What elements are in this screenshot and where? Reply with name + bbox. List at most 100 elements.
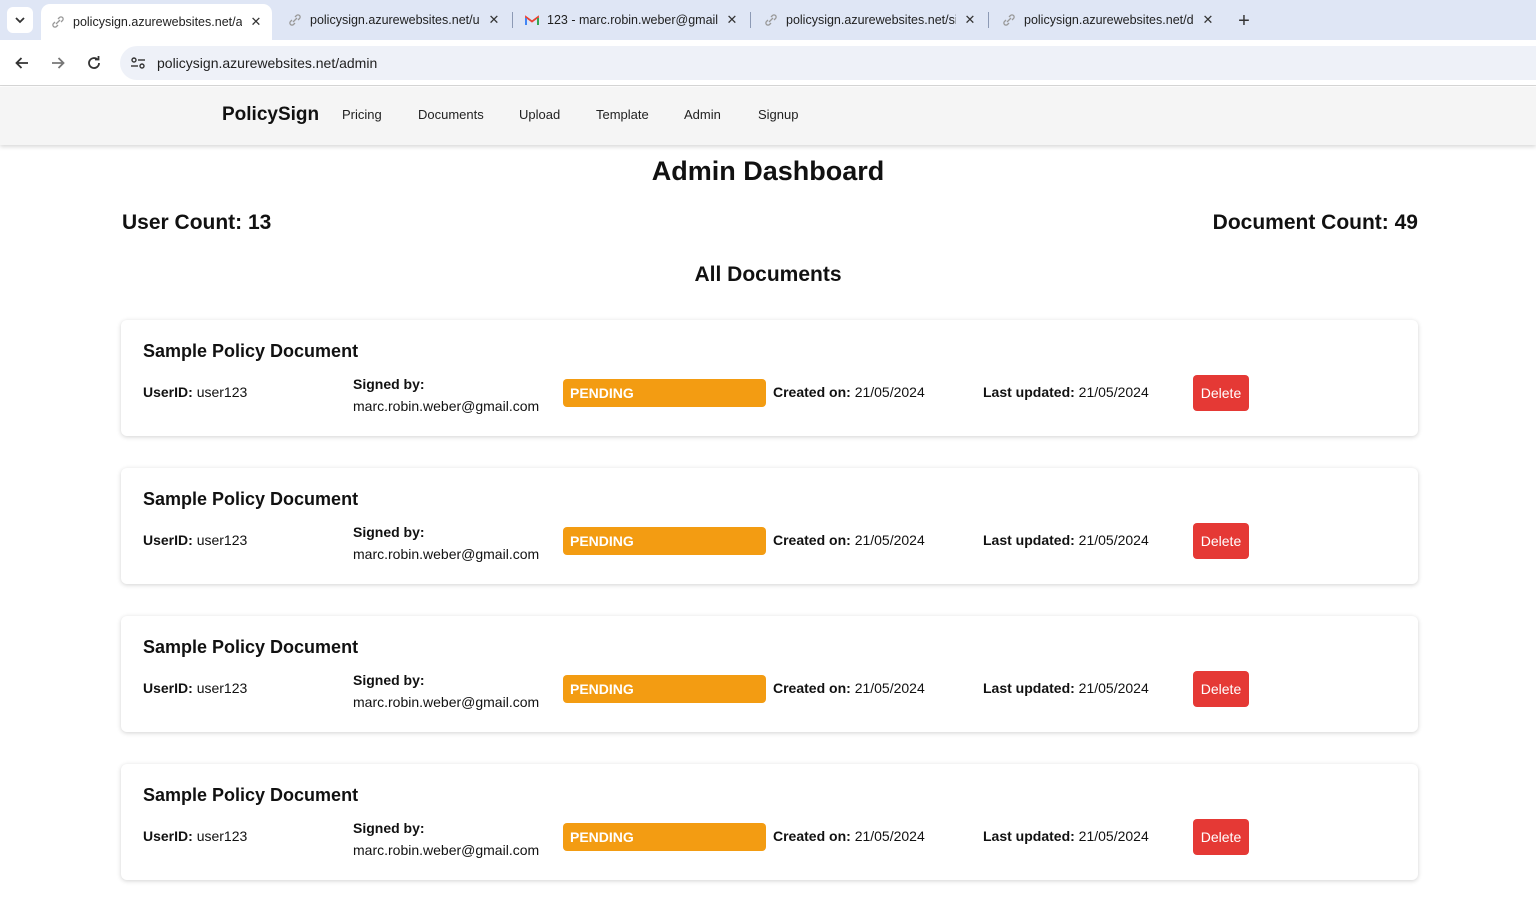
document-signed-by: Signed by: marc.robin.weber@gmail.com [353, 669, 539, 713]
status-badge: PENDING [563, 379, 766, 407]
user-count: User Count: 13 [122, 211, 272, 234]
back-button[interactable] [9, 50, 35, 76]
tab-separator [750, 12, 751, 28]
address-bar[interactable]: policysign.azurewebsites.net/admin [120, 46, 1536, 80]
gmail-icon [525, 13, 539, 27]
nav-link-upload[interactable]: Upload [519, 107, 560, 122]
document-title: Sample Policy Document [143, 489, 359, 509]
arrow-right-icon [52, 57, 65, 69]
url-text: policysign.azurewebsites.net/admin [157, 55, 378, 71]
userid-value: user123 [196, 828, 248, 844]
signed-by-label: Signed by: [353, 672, 425, 688]
tab-title: policysign.azurewebsites.net/documents [1024, 13, 1194, 27]
signed-by-label: Signed by: [353, 376, 425, 392]
nav-link-signup[interactable]: Signup [758, 107, 798, 122]
status-badge: PENDING [563, 675, 766, 703]
signed-by-label: Signed by: [353, 820, 425, 836]
close-icon[interactable]: ✕ [486, 12, 502, 28]
document-card: Sample Policy Document UserID: user123 S… [121, 616, 1418, 732]
signed-by-label: Signed by: [353, 524, 425, 540]
created-on-label: Created on: [773, 828, 851, 844]
document-userid: UserID: user123 [143, 828, 247, 844]
nav-link-template[interactable]: Template [596, 107, 649, 122]
document-title: Sample Policy Document [143, 341, 359, 361]
link-icon [51, 15, 65, 29]
nav-link-documents[interactable]: Documents [418, 107, 484, 122]
document-userid: UserID: user123 [143, 680, 247, 696]
userid-value: user123 [196, 680, 248, 696]
link-icon [1002, 13, 1016, 27]
document-last-updated: Last updated: 21/05/2024 [983, 680, 1149, 696]
tab-documents[interactable]: policysign.azurewebsites.net/documents ✕ [992, 0, 1224, 40]
browser-toolbar: policysign.azurewebsites.net/admin [0, 40, 1536, 86]
last-updated-label: Last updated: [983, 828, 1075, 844]
page-title: Admin Dashboard [651, 156, 885, 186]
last-updated-label: Last updated: [983, 532, 1075, 548]
tab-gmail[interactable]: 123 - marc.robin.weber@gmail.com ✕ [515, 0, 748, 40]
app-navbar: PolicySign Pricing Documents Upload Temp… [0, 87, 1536, 145]
close-icon[interactable]: ✕ [1200, 12, 1216, 28]
tab-upload[interactable]: policysign.azurewebsites.net/upload ✕ [278, 0, 510, 40]
document-userid: UserID: user123 [143, 532, 247, 548]
document-count: Document Count: 49 [1212, 211, 1418, 234]
brand-logo[interactable]: PolicySign [222, 104, 319, 126]
last-updated-label: Last updated: [983, 384, 1075, 400]
tab-search-button[interactable] [7, 7, 33, 33]
userid-label: UserID: [143, 532, 193, 548]
document-last-updated: Last updated: 21/05/2024 [983, 532, 1149, 548]
site-settings-icon[interactable] [128, 53, 148, 73]
signed-by-value: marc.robin.weber@gmail.com [353, 694, 540, 710]
browser-tab-bar: policysign.azurewebsites.net/admin ✕ pol… [0, 0, 1536, 40]
userid-value: user123 [196, 532, 248, 548]
nav-link-admin[interactable]: Admin [684, 107, 721, 122]
document-created-on: Created on: 21/05/2024 [773, 680, 925, 696]
last-updated-value: 21/05/2024 [1078, 680, 1149, 696]
tab-sign[interactable]: policysign.azurewebsites.net/sign ✕ [754, 0, 986, 40]
delete-button[interactable]: Delete [1193, 523, 1249, 559]
delete-button[interactable]: Delete [1193, 671, 1249, 707]
created-on-value: 21/05/2024 [854, 532, 925, 548]
tab-title: policysign.azurewebsites.net/admin [73, 15, 242, 29]
forward-button[interactable] [45, 50, 71, 76]
new-tab-button[interactable]: + [1233, 10, 1255, 32]
link-icon [288, 13, 302, 27]
document-list: Sample Policy Document UserID: user123 S… [121, 320, 1418, 912]
last-updated-label: Last updated: [983, 680, 1075, 696]
document-title: Sample Policy Document [143, 637, 359, 657]
tab-admin[interactable]: policysign.azurewebsites.net/admin ✕ [41, 4, 272, 40]
userid-label: UserID: [143, 384, 193, 400]
document-signed-by: Signed by: marc.robin.weber@gmail.com [353, 373, 539, 417]
status-badge: PENDING [563, 823, 766, 851]
delete-button[interactable]: Delete [1193, 375, 1249, 411]
userid-label: UserID: [143, 828, 193, 844]
arrow-left-icon [15, 57, 28, 69]
reload-button[interactable] [81, 50, 107, 76]
reload-icon [88, 56, 100, 69]
userid-label: UserID: [143, 680, 193, 696]
link-icon [764, 13, 778, 27]
created-on-value: 21/05/2024 [854, 384, 925, 400]
signed-by-value: marc.robin.weber@gmail.com [353, 842, 540, 858]
document-created-on: Created on: 21/05/2024 [773, 532, 925, 548]
document-card: Sample Policy Document UserID: user123 S… [121, 468, 1418, 584]
created-on-label: Created on: [773, 532, 851, 548]
document-signed-by: Signed by: marc.robin.weber@gmail.com [353, 817, 539, 861]
created-on-label: Created on: [773, 384, 851, 400]
document-last-updated: Last updated: 21/05/2024 [983, 384, 1149, 400]
close-icon[interactable]: ✕ [248, 14, 264, 30]
signed-by-value: marc.robin.weber@gmail.com [353, 546, 540, 562]
close-icon[interactable]: ✕ [962, 12, 978, 28]
document-card: Sample Policy Document UserID: user123 S… [121, 320, 1418, 436]
document-title: Sample Policy Document [143, 785, 359, 805]
delete-button[interactable]: Delete [1193, 819, 1249, 855]
tab-title: 123 - marc.robin.weber@gmail.com [547, 13, 718, 27]
document-card: Sample Policy Document UserID: user123 S… [121, 764, 1418, 880]
created-on-value: 21/05/2024 [854, 828, 925, 844]
document-userid: UserID: user123 [143, 384, 247, 400]
close-icon[interactable]: ✕ [724, 12, 740, 28]
nav-link-pricing[interactable]: Pricing [342, 107, 382, 122]
tab-title: policysign.azurewebsites.net/upload [310, 13, 480, 27]
last-updated-value: 21/05/2024 [1078, 384, 1149, 400]
document-signed-by: Signed by: marc.robin.weber@gmail.com [353, 521, 539, 565]
last-updated-value: 21/05/2024 [1078, 828, 1149, 844]
